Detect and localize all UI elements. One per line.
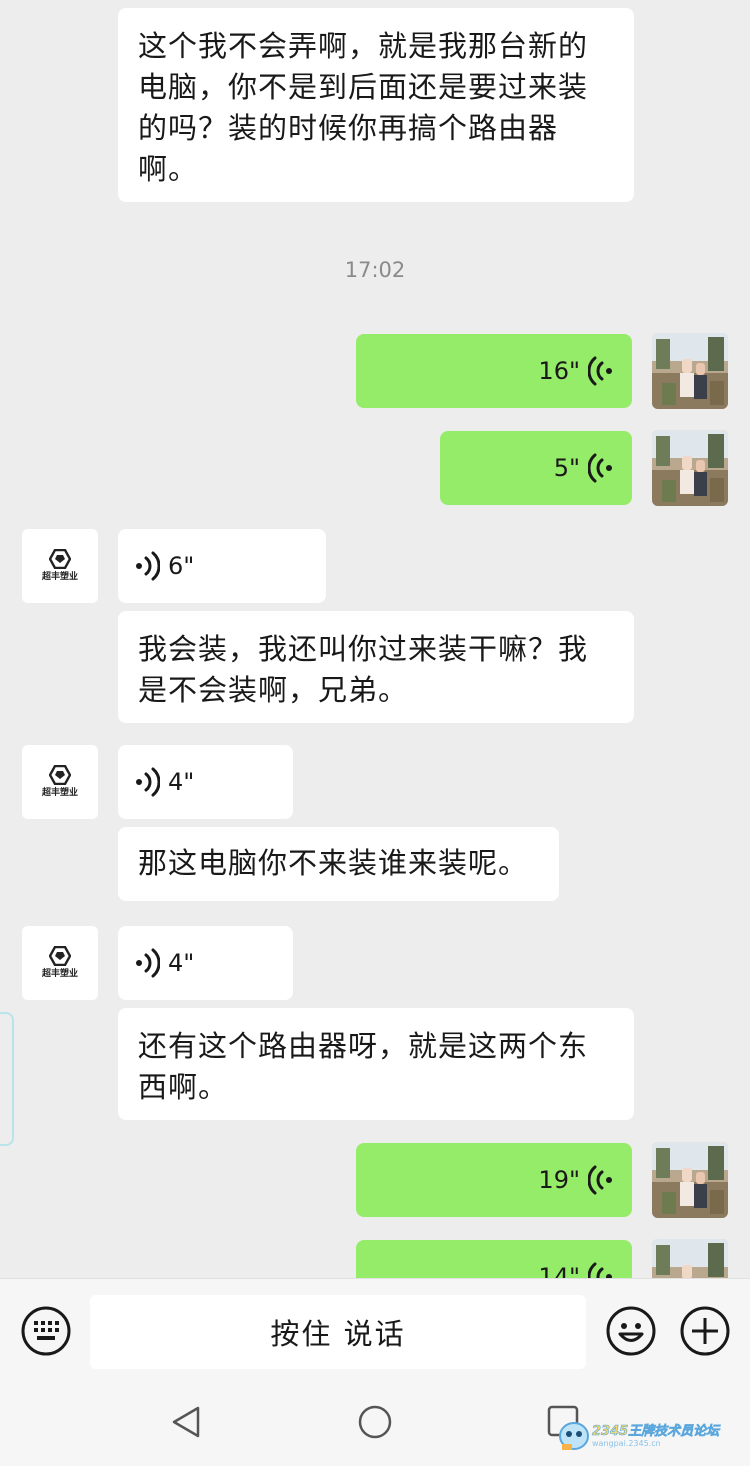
incoming-text-bubble[interactable]: 我会装，我还叫你过来装干嘛？我是不会装啊，兄弟。 [118, 611, 634, 723]
message-text: 那这电脑你不来装谁来装呢。 [138, 846, 529, 880]
voice-duration: 19" [538, 1165, 580, 1194]
incoming-text-bubble[interactable]: 那这电脑你不来装谁来装呢。 [118, 827, 559, 901]
voice-duration: 14" [538, 1262, 580, 1279]
timestamp: 17:02 [344, 258, 406, 282]
brand-text: 超丰塑业 [41, 969, 78, 979]
voice-duration: 5" [553, 453, 580, 482]
contact-avatar[interactable]: 超丰塑业 [22, 529, 98, 603]
home-icon[interactable] [357, 1404, 393, 1440]
incoming-text-bubble[interactable]: 这个我不会弄啊，就是我那台新的电脑，你不是到后面还是要过来装的吗？装的时候你再搞… [118, 8, 634, 202]
brand-text: 超丰塑业 [41, 572, 78, 582]
outgoing-voice-bubble[interactable]: 16" [356, 334, 632, 408]
voice-wave-icon [588, 1165, 612, 1195]
message-text: 还有这个路由器呀，就是这两个东西啊。 [138, 1029, 589, 1104]
voice-wave-icon [136, 948, 160, 978]
contact-avatar[interactable]: 超丰塑业 [22, 926, 98, 1000]
input-bar: 按住 说话 [0, 1278, 750, 1383]
incoming-text-bubble[interactable]: 还有这个路由器呀，就是这两个东西啊。 [118, 1008, 634, 1120]
floating-edge-handle[interactable] [0, 1012, 14, 1146]
outgoing-voice-bubble[interactable]: 19" [356, 1143, 632, 1217]
message-text: 我会装，我还叫你过来装干嘛？我是不会装啊，兄弟。 [138, 632, 589, 707]
my-avatar[interactable] [652, 430, 728, 506]
brand-logo-icon [49, 946, 71, 966]
emoji-icon[interactable] [605, 1305, 657, 1357]
chat-area[interactable]: 这个我不会弄啊，就是我那台新的电脑，你不是到后面还是要过来装的吗？装的时候你再搞… [0, 0, 750, 1278]
voice-wave-icon [588, 453, 612, 483]
voice-wave-icon [136, 551, 160, 581]
voice-duration: 6" [168, 551, 195, 580]
incoming-voice-bubble[interactable]: 4" [118, 745, 293, 819]
voice-duration: 4" [168, 767, 195, 796]
plus-icon[interactable] [679, 1305, 731, 1357]
brand-logo-icon [49, 549, 71, 569]
watermark-text: 2345王牌技术员论坛 [592, 1424, 720, 1440]
contact-avatar[interactable]: 超丰塑业 [22, 745, 98, 819]
brand-text: 超丰塑业 [41, 788, 78, 798]
watermark: 2345王牌技术员论坛 wangpai.2345.cn [556, 1414, 750, 1454]
my-avatar[interactable] [652, 333, 728, 409]
message-text: 这个我不会弄啊，就是我那台新的电脑，你不是到后面还是要过来装的吗？装的时候你再搞… [138, 29, 589, 186]
back-icon[interactable] [170, 1404, 202, 1440]
voice-wave-icon [136, 767, 160, 797]
outgoing-voice-bubble[interactable]: 14" [356, 1240, 632, 1278]
watermark-url: wangpai.2345.cn [592, 1439, 661, 1448]
keyboard-icon[interactable] [20, 1305, 72, 1357]
incoming-voice-bubble[interactable]: 4" [118, 926, 293, 1000]
mascot-icon [559, 1422, 589, 1450]
my-avatar[interactable] [652, 1142, 728, 1218]
voice-wave-icon [588, 356, 612, 386]
voice-duration: 16" [538, 356, 580, 385]
voice-duration: 4" [168, 948, 195, 977]
voice-wave-icon [588, 1262, 612, 1278]
hold-to-talk-button[interactable]: 按住 说话 [90, 1295, 586, 1369]
brand-logo-icon [49, 765, 71, 785]
incoming-voice-bubble[interactable]: 6" [118, 529, 326, 603]
outgoing-voice-bubble[interactable]: 5" [440, 431, 632, 505]
my-avatar[interactable] [652, 1239, 728, 1278]
